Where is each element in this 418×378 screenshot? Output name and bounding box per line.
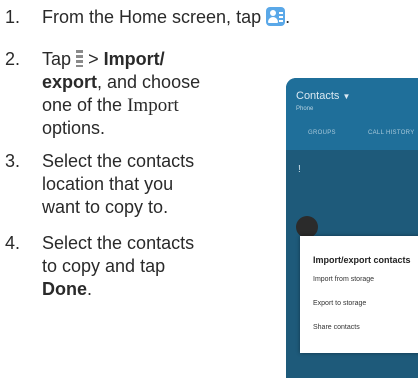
phone-subtitle: Phone: [296, 106, 314, 112]
option-import-from-storage[interactable]: Import from storage: [313, 276, 374, 283]
menu-more-icon: [76, 50, 84, 67]
step-number: 4.: [5, 233, 21, 253]
bold-import: Import/: [103, 49, 165, 69]
phone-header: Contacts ▼ Phone GROUPS CALL HISTORY: [286, 78, 418, 150]
step-number: 2.: [5, 49, 21, 69]
avatar: [296, 216, 318, 238]
step-number: 3.: [5, 151, 21, 171]
import-code: Import: [127, 95, 179, 116]
step-text: Tap: [42, 49, 72, 69]
dialog-title: Import/export contacts: [313, 255, 411, 265]
step-text: From the Home screen, tap: [42, 7, 262, 27]
step-number: 1.: [5, 7, 21, 27]
dropdown-caret-icon[interactable]: ▼: [342, 92, 350, 101]
bold-export: export: [42, 72, 98, 92]
phone-screenshot: Contacts ▼ Phone GROUPS CALL HISTORY ! I…: [286, 78, 418, 378]
tab-groups[interactable]: GROUPS: [308, 130, 336, 136]
phone-title: Contacts: [296, 90, 340, 102]
contacts-app-icon: [266, 7, 286, 26]
trailing-period: .: [285, 7, 291, 27]
list-marker: !: [298, 164, 301, 175]
option-export-to-storage[interactable]: Export to storage: [313, 300, 366, 307]
bold-done: Done: [42, 279, 87, 299]
import-export-dialog: Import/export contacts Import from stora…: [300, 236, 418, 353]
option-share-contacts[interactable]: Share contacts: [313, 324, 360, 331]
tab-call-history[interactable]: CALL HISTORY: [368, 130, 415, 136]
